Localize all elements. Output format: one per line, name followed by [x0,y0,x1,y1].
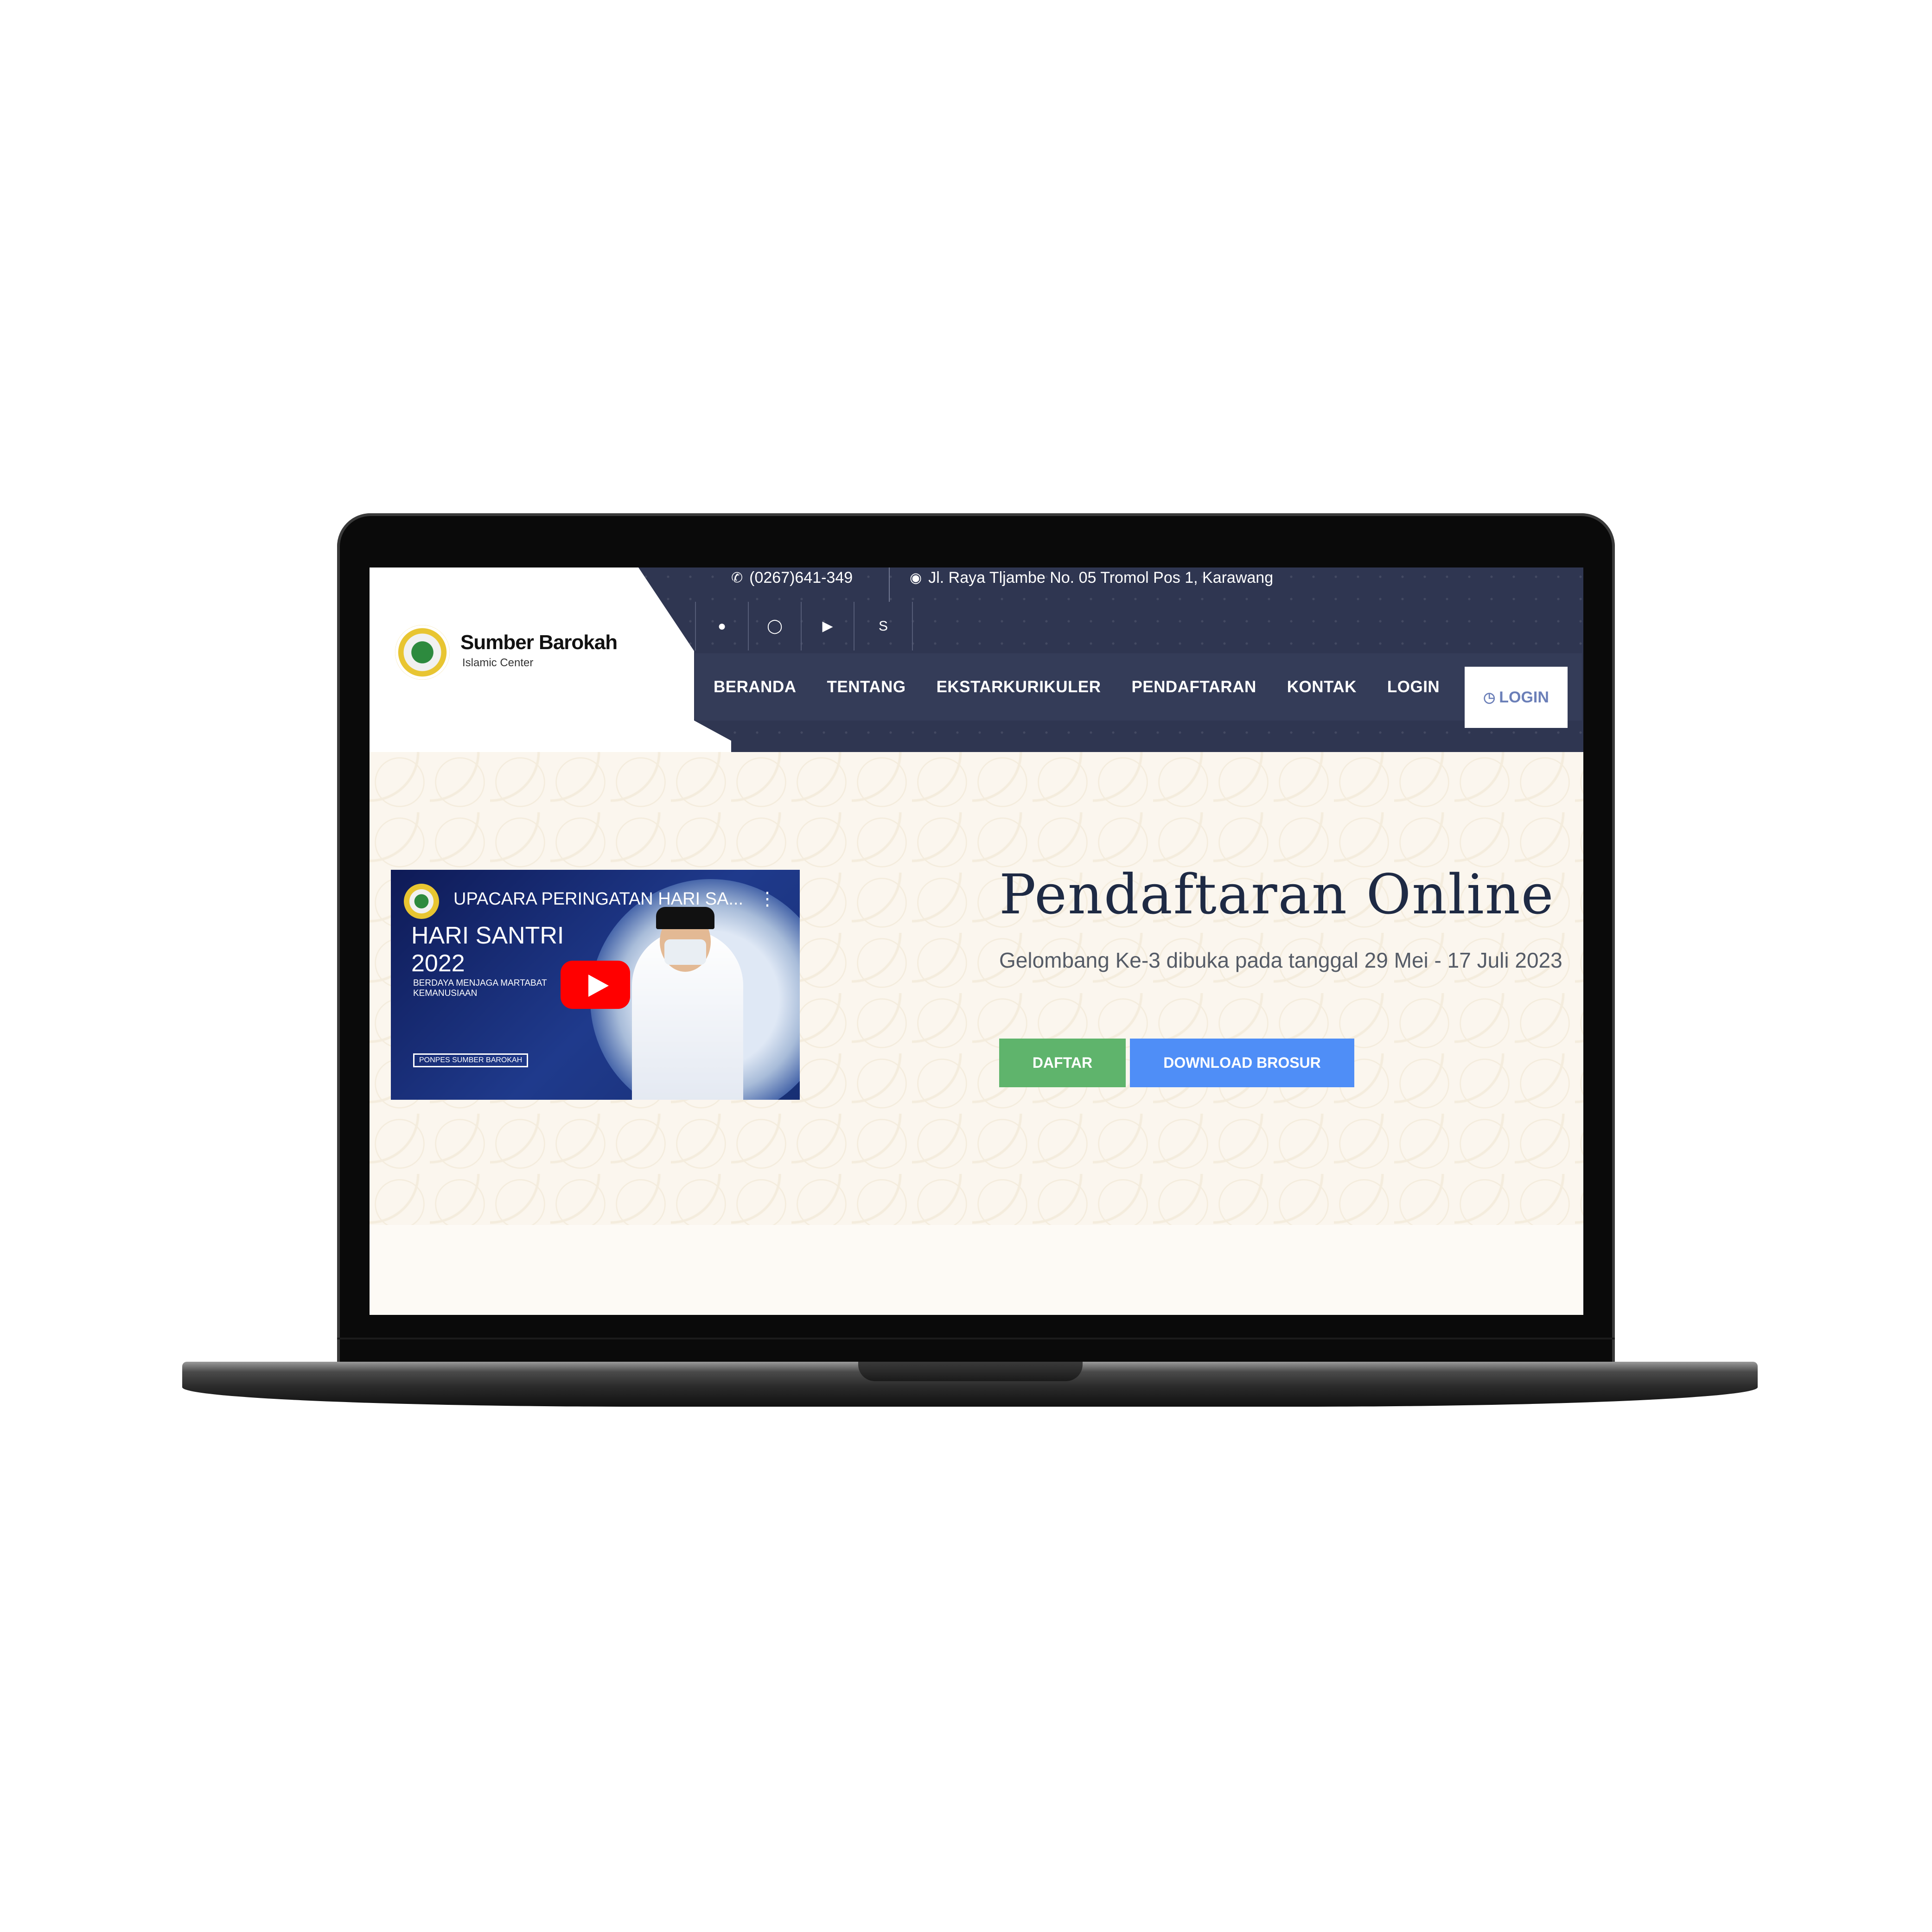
video-embed[interactable]: UPACARA PERINGATAN HARI SA... ⋮ HARI SAN… [391,870,800,1100]
nav-login[interactable]: LOGIN [1387,678,1440,696]
nav-beranda[interactable]: BERANDA [714,678,797,696]
nav-kontak[interactable]: KONTAK [1287,678,1357,696]
hero-title: Pendaftaran Online [999,862,1555,926]
video-thumb-mask [664,939,706,965]
more-options-icon[interactable]: ⋮ [758,888,777,910]
nav-tentang[interactable]: TENTANG [827,678,906,696]
youtube-icon[interactable]: ▶ [801,602,854,650]
login-button[interactable]: ◷ LOGIN [1465,667,1568,728]
video-thumb-cap [656,907,714,929]
laptop-notch [858,1362,1083,1381]
social-links: ● ◯ ▶ S [695,602,913,650]
topbar-phone[interactable]: ✆ (0267)641-349 [731,567,853,588]
site-logo-subtitle: Islamic Center [462,657,534,669]
laptop-screen: Sumber Barokah Islamic Center ✆ (0267)64… [370,567,1583,1315]
hero-subtitle: Gelombang Ke-3 dibuka pada tanggal 29 Me… [999,948,1562,972]
thumb-tag: PONPES SUMBER BAROKAH [413,1053,529,1067]
thumb-heading-2: 2022 [411,950,465,977]
messenger-icon[interactable]: ● [695,602,748,650]
login-button-label: LOGIN [1499,688,1549,706]
phone-icon: ✆ [731,570,743,586]
youtube-play-icon[interactable] [561,961,630,1009]
laptop-chin [337,1338,1615,1339]
download-brosur-button[interactable]: DOWNLOAD BROSUR [1130,1039,1354,1087]
channel-logo[interactable] [404,884,439,919]
thumb-tagline: BERDAYA MENJAGA MARTABAT KEMANUSIAAN [413,978,547,998]
lower-section [370,1225,1583,1315]
address-text: Jl. Raya Tljambe No. 05 Tromol Pos 1, Ka… [928,568,1274,587]
video-title[interactable]: UPACARA PERINGATAN HARI SA... [453,889,743,909]
laptop-base-bottom [182,1387,1758,1407]
instagram-icon[interactable]: ◯ [748,602,801,650]
site-logo-emblem[interactable] [395,625,450,680]
nav-ekstrakurikuler[interactable]: EKSTARKURIKULER [937,678,1101,696]
phone-number: (0267)641-349 [749,568,853,587]
topbar-divider [889,567,890,602]
nav-pendaftaran[interactable]: PENDAFTARAN [1131,678,1256,696]
thumb-heading-1: HARI SANTRI [411,922,564,949]
clock-icon: ◷ [1483,689,1496,705]
map-marker-icon: ◉ [910,570,922,586]
main-nav: BERANDA TENTANG EKSTARKURIKULER PENDAFTA… [695,653,1582,721]
skype-icon[interactable]: S [854,602,913,650]
site-logo-title[interactable]: Sumber Barokah [460,631,618,654]
topbar-address: ◉ Jl. Raya Tljambe No. 05 Tromol Pos 1, … [910,567,1273,588]
daftar-button[interactable]: DAFTAR [999,1039,1126,1087]
